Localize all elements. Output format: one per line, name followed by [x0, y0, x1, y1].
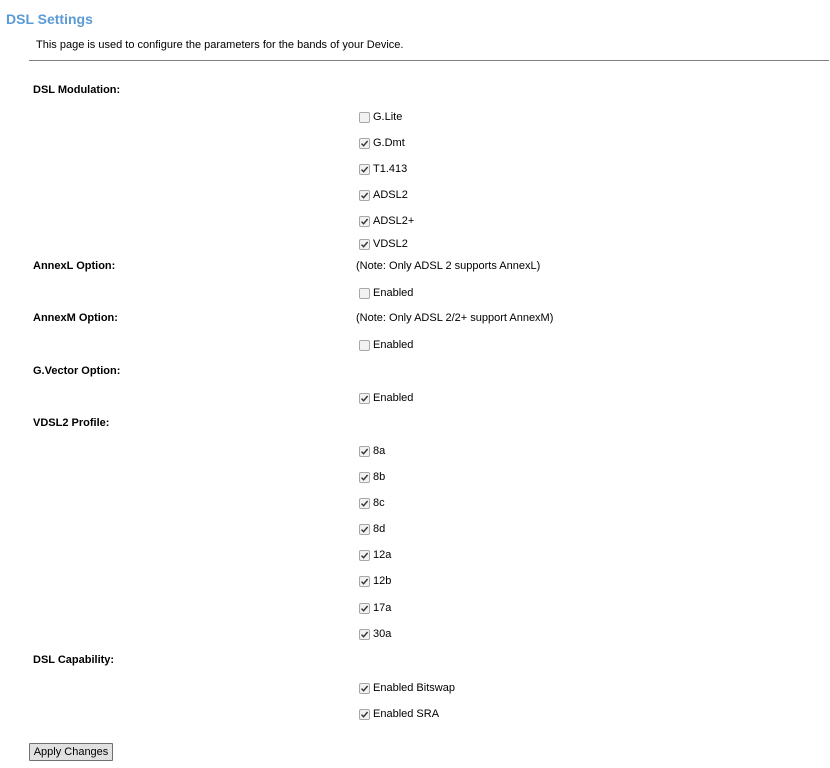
checkmark-icon: [361, 395, 369, 402]
checkbox-box[interactable]: [359, 215, 370, 227]
checkmark-icon: [361, 192, 369, 199]
checkbox-label: 12a: [373, 549, 392, 561]
checkbox-adsl2[interactable]: ADSL2: [359, 188, 408, 202]
checkbox-gvector-enabled[interactable]: Enabled: [359, 391, 413, 405]
checkmark-icon: [361, 448, 369, 455]
checkbox-box[interactable]: [359, 445, 370, 457]
checkbox-t1413[interactable]: T1.413: [359, 162, 407, 176]
checkbox-label: Enabled: [373, 287, 414, 299]
checkmark-icon: [361, 474, 369, 481]
annexl-option-label: AnnexL Option:: [33, 260, 116, 272]
checkbox-profile-12a[interactable]: 12a: [359, 548, 391, 562]
checkmark-icon: [361, 552, 369, 559]
checkbox-profile-30a[interactable]: 30a: [359, 627, 391, 641]
checkmark-icon: [361, 140, 369, 147]
checkbox-label: Enabled: [373, 392, 414, 404]
checkbox-box[interactable]: [359, 682, 370, 694]
checkbox-label: Enabled SRA: [373, 708, 440, 720]
checkmark-icon: [361, 218, 369, 225]
checkmark-icon: [361, 631, 369, 638]
checkmark-icon: [361, 578, 369, 585]
checkbox-label: 30a: [373, 628, 392, 640]
checkbox-label: G.Dmt: [373, 137, 405, 149]
checkbox-profile-17a[interactable]: 17a: [359, 601, 391, 615]
checkmark-icon: [361, 685, 369, 692]
checkmark-icon: [361, 241, 369, 248]
checkbox-box[interactable]: [359, 392, 370, 404]
checkbox-box[interactable]: [359, 238, 370, 250]
checkbox-enabled-bitswap[interactable]: Enabled Bitswap: [359, 681, 455, 695]
checkbox-label: T1.413: [373, 163, 408, 175]
checkbox-profile-8a[interactable]: 8a: [359, 444, 385, 458]
checkbox-adsl2plus[interactable]: ADSL2+: [359, 214, 414, 228]
dsl-capability-label: DSL Capability:: [33, 654, 115, 666]
annexm-note: (Note: Only ADSL 2/2+ support AnnexM): [356, 312, 554, 324]
apply-changes-button[interactable]: Apply Changes: [29, 743, 113, 761]
divider: [29, 60, 829, 61]
checkbox-box[interactable]: [359, 708, 370, 720]
checkmark-icon: [361, 605, 369, 612]
checkbox-box[interactable]: [359, 471, 370, 483]
checkbox-gdmt[interactable]: G.Dmt: [359, 136, 405, 150]
checkbox-label: Enabled: [373, 339, 414, 351]
annexl-note: (Note: Only ADSL 2 supports AnnexL): [356, 260, 541, 272]
checkbox-box[interactable]: [359, 602, 370, 614]
vdsl2-profile-label: VDSL2 Profile:: [33, 417, 110, 429]
checkbox-box[interactable]: [359, 497, 370, 509]
checkbox-profile-12b[interactable]: 12b: [359, 574, 391, 588]
checkbox-label: G.Lite: [373, 111, 403, 123]
dsl-modulation-label: DSL Modulation:: [33, 84, 121, 96]
page-description: This page is used to configure the param…: [36, 39, 404, 51]
checkbox-label: 17a: [373, 602, 392, 614]
checkbox-label: ADSL2: [373, 189, 408, 201]
checkbox-box[interactable]: [359, 163, 370, 175]
checkbox-box[interactable]: [359, 575, 370, 587]
page-title: DSL Settings: [6, 11, 93, 27]
checkbox-label: 8b: [373, 471, 386, 483]
checkbox-profile-8b[interactable]: 8b: [359, 470, 385, 484]
checkbox-box[interactable]: [359, 523, 370, 535]
checkbox-box[interactable]: [359, 287, 370, 299]
checkmark-icon: [361, 500, 369, 507]
checkbox-box[interactable]: [359, 189, 370, 201]
checkbox-label: 8a: [373, 445, 386, 457]
checkbox-label: 12b: [373, 575, 392, 587]
checkmark-icon: [361, 166, 369, 173]
checkbox-label: 8c: [373, 497, 385, 509]
checkbox-label: Enabled Bitswap: [373, 682, 455, 694]
checkbox-annexl-enabled[interactable]: Enabled: [359, 286, 413, 300]
checkbox-label: 8d: [373, 523, 386, 535]
checkbox-box[interactable]: [359, 628, 370, 640]
checkbox-label: ADSL2+: [373, 215, 415, 227]
checkmark-icon: [361, 711, 369, 718]
checkbox-box[interactable]: [359, 111, 370, 123]
checkbox-label: VDSL2: [373, 238, 408, 250]
checkbox-vdsl2[interactable]: VDSL2: [359, 237, 408, 251]
checkbox-glite[interactable]: G.Lite: [359, 110, 402, 124]
annexm-option-label: AnnexM Option:: [33, 312, 118, 324]
checkbox-annexm-enabled[interactable]: Enabled: [359, 338, 413, 352]
gvector-option-label: G.Vector Option:: [33, 365, 121, 377]
checkbox-enabled-sra[interactable]: Enabled SRA: [359, 707, 439, 721]
checkbox-box[interactable]: [359, 339, 370, 351]
checkbox-box[interactable]: [359, 549, 370, 561]
checkbox-box[interactable]: [359, 137, 370, 149]
checkbox-profile-8d[interactable]: 8d: [359, 522, 385, 536]
checkmark-icon: [361, 526, 369, 533]
checkbox-profile-8c[interactable]: 8c: [359, 496, 385, 510]
